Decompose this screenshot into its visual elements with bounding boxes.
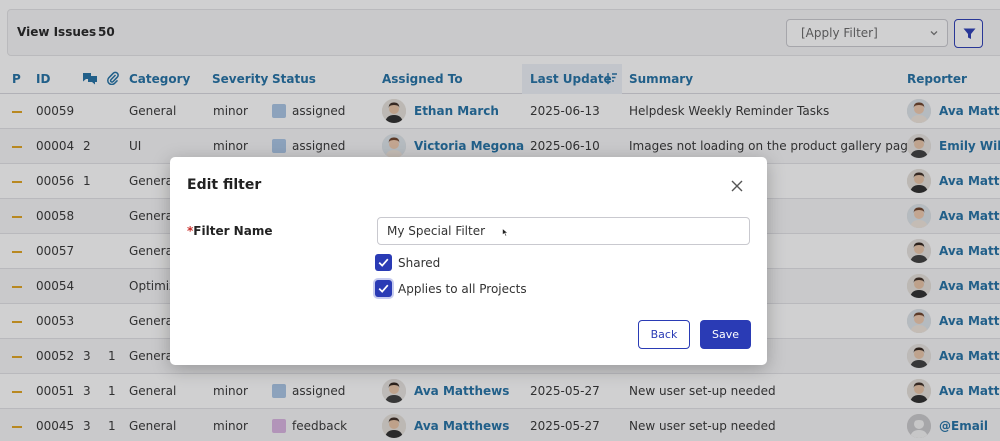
shared-label[interactable]: Shared (398, 256, 440, 270)
back-button[interactable]: Back (638, 320, 690, 349)
filter-name-label: *Filter Name (187, 224, 272, 238)
filter-name-label-text: Filter Name (193, 224, 273, 238)
all-projects-checkbox[interactable] (375, 280, 392, 297)
checkmark-icon (378, 284, 389, 293)
dialog-title: Edit filter (187, 177, 262, 193)
filter-name-input[interactable] (377, 217, 750, 245)
checkmark-icon (378, 258, 389, 267)
shared-checkbox[interactable] (375, 254, 392, 271)
mouse-cursor-icon (502, 228, 509, 237)
save-button[interactable]: Save (700, 320, 751, 349)
all-projects-label[interactable]: Applies to all Projects (398, 282, 527, 296)
edit-filter-dialog: Edit filter *Filter Name Shared Applies … (170, 157, 767, 365)
close-icon[interactable] (730, 179, 744, 193)
